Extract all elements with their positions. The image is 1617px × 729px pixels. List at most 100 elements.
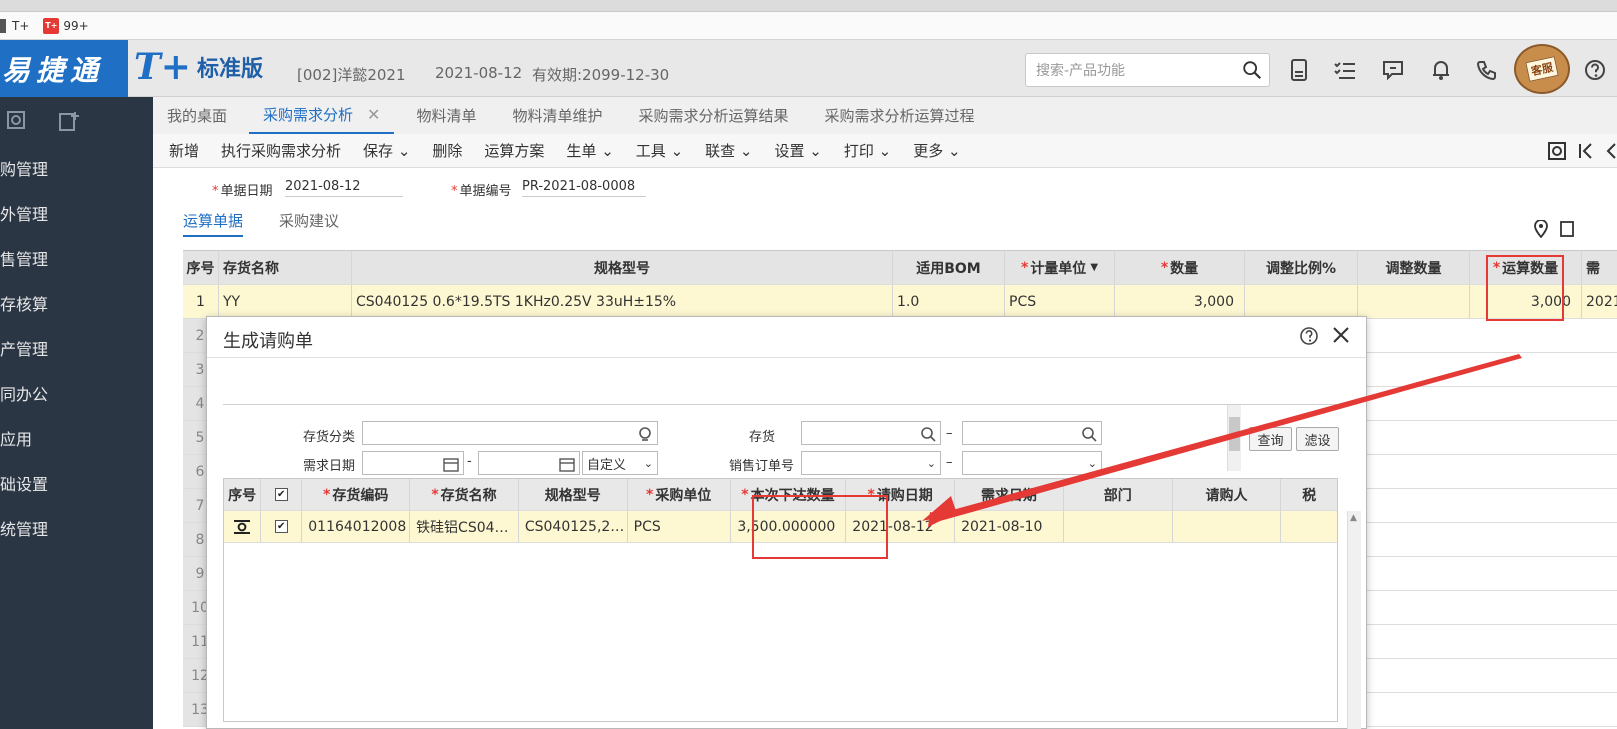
category-input[interactable] [362,421,658,445]
settings-button[interactable]: 设置 ⌄ [775,140,822,161]
row-select[interactable]: ✔ [261,511,303,542]
tab-analysis-result[interactable]: 采购需求分析运算结果 [624,97,802,134]
col-unit[interactable]: * 采购单位 [628,479,731,510]
cell-unit[interactable]: PCS [1005,285,1115,318]
sidebar-item-outsourcing[interactable]: 委外管理 [0,190,153,235]
date-mode-select[interactable]: 自定义 ⌄ [582,451,658,475]
col-bom[interactable]: 适用BOM [893,251,1005,284]
preview-icon[interactable] [1547,141,1569,161]
sidebar-item-basic-settings[interactable]: 基础设置 [0,460,153,505]
bookmark-tplus[interactable]: T+ [0,18,29,33]
tab-analysis-process[interactable]: 采购需求分析运算过程 [810,97,988,134]
cell-code[interactable]: 01164012008 [302,511,411,542]
calculator-icon[interactable] [1286,57,1312,83]
sidebar-item-cloud[interactable]: 云应用 [0,415,153,460]
calendar-icon[interactable] [443,456,459,472]
cell-tax[interactable] [1281,511,1337,542]
filter-settings-button[interactable]: 滤设 [1296,427,1339,451]
col-adj-ratio[interactable]: 调整比例% [1245,251,1358,284]
execute-analysis-button[interactable]: 执行采购需求分析 [221,140,341,161]
phone-icon[interactable] [1474,57,1500,83]
demand-date-to[interactable] [478,451,580,475]
tab-bom[interactable]: 物料清单 [402,97,490,134]
image-icon[interactable] [1559,220,1575,238]
table-row[interactable]: 1 YY CS040125 0.6*19.5TS 1KHz0.25V 33uH±… [183,285,1617,319]
more-button[interactable]: 更多 ⌄ [913,140,960,161]
bell-icon[interactable] [1428,57,1454,83]
cell-bom[interactable]: 1.0 [893,285,1005,318]
sales-order-to-select[interactable]: ⌄ [962,451,1102,475]
col-qty[interactable]: * 数量 [1115,251,1245,284]
inventory-to-input[interactable] [962,421,1102,445]
tab-calc-document[interactable]: 运算单据 [183,210,244,237]
cell-demand-date[interactable]: 2021-08-10 [955,511,1064,542]
grid-scrollbar[interactable]: ▲ [1347,511,1361,729]
sidebar-item-inventory[interactable]: 库存核算 [0,280,153,325]
search-doc-icon[interactable] [6,110,28,132]
tab-desktop[interactable]: 我的桌面 [153,97,241,134]
first-record-icon[interactable] [1577,141,1595,161]
message-icon[interactable] [1380,57,1406,83]
help-icon[interactable] [1299,326,1319,346]
search-icon[interactable] [1241,59,1263,81]
cell-name[interactable]: YY [219,285,352,318]
sidebar-item-production[interactable]: 生产管理 [0,325,153,370]
close-icon[interactable]: ✕ [367,105,380,124]
col-unit[interactable]: * 计量单位 ▼ [1005,251,1115,284]
cell-dept[interactable] [1064,511,1173,542]
cell-qty[interactable]: 3,000 [1115,285,1245,318]
col-demand[interactable]: 需 [1582,251,1617,284]
code-field[interactable]: PR-2021-08-0008 [522,179,646,197]
save-button[interactable]: 保存 ⌄ [363,140,410,161]
customer-service-avatar[interactable]: 客服 [1514,44,1570,94]
col-spec[interactable]: 规格型号 [352,251,893,284]
row-checkbox[interactable]: ✔ [274,520,288,533]
tab-purchase-analysis[interactable]: 采购需求分析 ✕ [249,97,395,134]
col-adj-qty[interactable]: 调整数量 [1358,251,1470,284]
sidebar-item-sales[interactable]: 销售管理 [0,235,153,280]
query-button[interactable]: 查询 [1249,427,1292,451]
col-code[interactable]: * 存货编码 [302,479,411,510]
col-select-all[interactable]: ✔ [261,479,303,510]
col-name[interactable]: * 存货名称 [410,479,519,510]
tab-bom-maintain[interactable]: 物料清单维护 [498,97,616,134]
row-detail-icon[interactable] [233,519,251,535]
search-icon[interactable] [1081,426,1097,442]
cell-date[interactable]: 2021-0 [1582,285,1617,318]
cell-spec[interactable]: CS040125 0.6*19.5TS 1KHz0.25V 33uH±15% [352,285,893,318]
tab-purchase-suggestion[interactable]: 采购建议 [279,210,339,237]
sidebar-item-office[interactable]: 协同办公 [0,370,153,415]
lookup-icon[interactable] [637,426,653,442]
col-spec[interactable]: 规格型号 [519,479,628,510]
search-input[interactable]: 搜索-产品功能 [1025,53,1270,87]
bookmark-notifications[interactable]: T+ 99+ [43,17,89,34]
col-dept[interactable]: 部门 [1064,479,1173,510]
cell-spec[interactable]: CS040125,2… [519,511,628,542]
select-all-checkbox[interactable]: ✔ [274,488,288,501]
new-window-icon[interactable] [58,110,80,132]
generate-doc-button[interactable]: 生单 ⌄ [566,140,613,161]
previous-record-icon[interactable] [1603,141,1617,161]
scrollbar-thumb[interactable] [1229,417,1240,451]
location-pin-icon[interactable] [1533,220,1549,238]
task-list-icon[interactable] [1332,57,1358,83]
tools-button[interactable]: 工具 ⌄ [636,140,683,161]
col-name[interactable]: 存货名称 [219,251,352,284]
col-demand-date[interactable]: 需求日期 [955,479,1064,510]
col-tax[interactable]: 税 [1281,479,1337,510]
search-icon[interactable] [920,426,936,442]
cell-unit[interactable]: PCS [628,511,731,542]
inventory-from-input[interactable] [801,421,941,445]
cell-name[interactable]: 铁硅铝CS04… [410,511,519,542]
date-field[interactable]: 2021-08-12 [285,179,403,197]
demand-date-from[interactable] [362,451,464,475]
help-icon[interactable] [1582,57,1608,83]
link-query-button[interactable]: 联查 ⌄ [705,140,752,161]
col-person[interactable]: 请购人 [1173,479,1282,510]
cell-adj[interactable] [1358,285,1470,318]
sales-order-from-select[interactable]: ⌄ [801,451,941,475]
cell-ratio[interactable] [1245,285,1358,318]
calendar-icon[interactable] [559,456,575,472]
sidebar-item-system[interactable]: 系统管理 [0,505,153,550]
filter-scrollbar[interactable] [1227,405,1241,471]
